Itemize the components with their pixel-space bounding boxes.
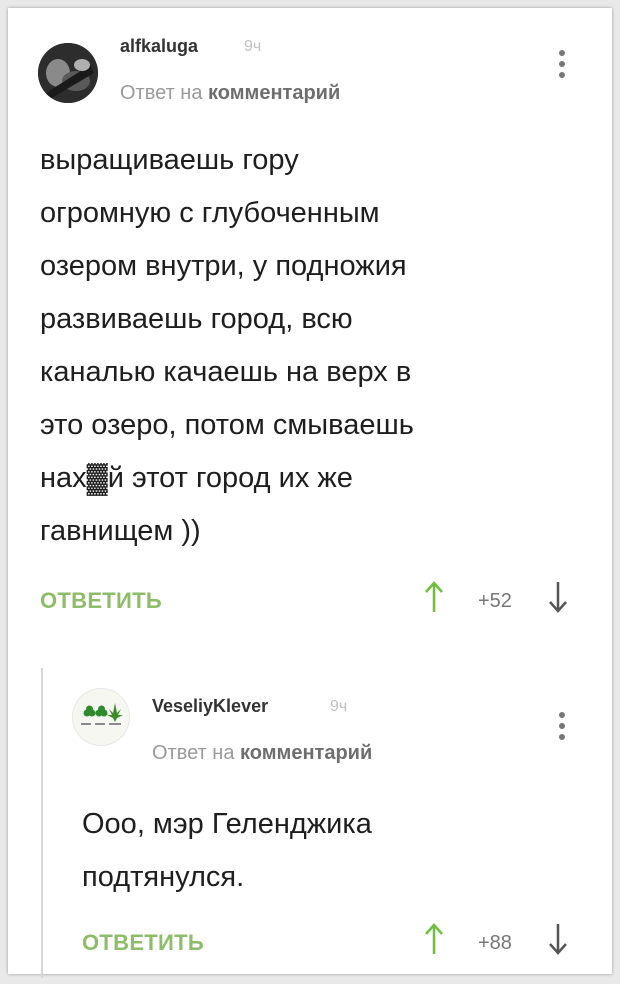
comment-text: выращиваешь гору огромную с глубоченным … <box>40 144 414 547</box>
timestamp: 9ч <box>244 38 262 55</box>
user-avatar[interactable] <box>72 688 130 746</box>
vote-count: +88 <box>478 932 512 954</box>
comment-text: Ооо, мэр Геленджика подтянулся. <box>82 808 372 893</box>
reply-info: Ответ на комментарий <box>152 742 372 765</box>
parent-comment-link[interactable]: комментарий <box>240 742 372 764</box>
timestamp: 9ч <box>330 698 348 715</box>
parent-comment-link[interactable]: комментарий <box>208 82 340 104</box>
more-vertical-icon[interactable] <box>556 712 568 748</box>
arrow-down-icon[interactable] <box>548 922 568 956</box>
reply-button[interactable]: ОТВЕТИТЬ <box>82 930 204 956</box>
thread-line <box>41 668 43 978</box>
user-avatar[interactable] <box>38 43 98 103</box>
reply-prefix: Ответ на <box>120 82 203 104</box>
vote-count: +52 <box>478 590 512 612</box>
arrow-up-icon[interactable] <box>424 922 444 956</box>
reply-info: Ответ на комментарий <box>120 82 340 105</box>
username[interactable]: VeseliyKlever <box>152 696 268 717</box>
username[interactable]: alfkaluga <box>120 36 198 57</box>
reply-button[interactable]: ОТВЕТИТЬ <box>40 588 162 614</box>
comment-thread: alfkaluga 9ч Ответ на комментарий выращи… <box>8 8 612 978</box>
arrow-down-icon[interactable] <box>548 580 568 614</box>
arrow-up-icon[interactable] <box>424 580 444 614</box>
more-vertical-icon[interactable] <box>556 50 568 86</box>
reply-prefix: Ответ на <box>152 742 235 764</box>
